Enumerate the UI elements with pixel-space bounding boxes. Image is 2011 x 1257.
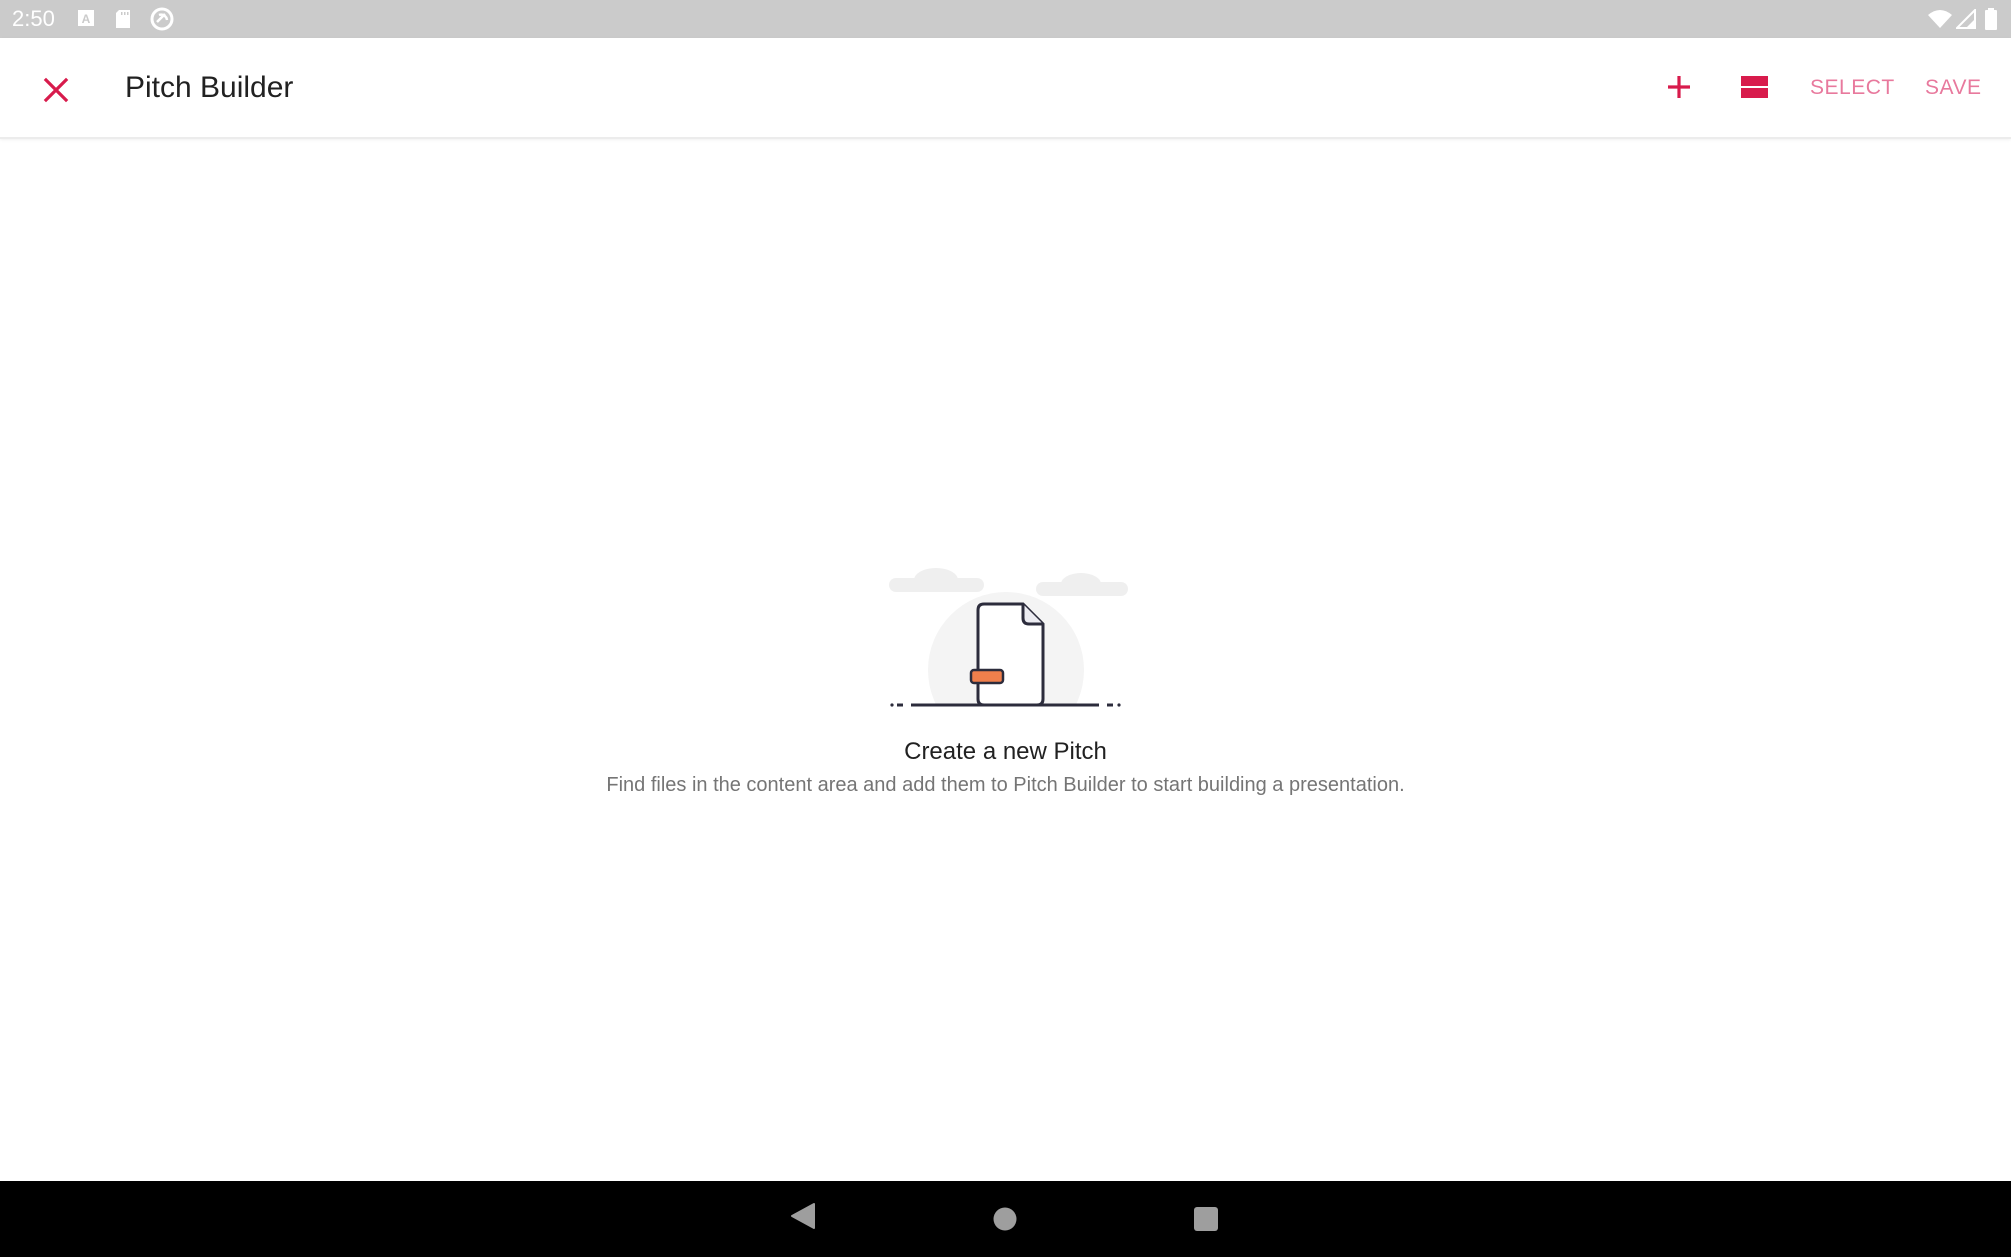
- home-icon[interactable]: [993, 1207, 1017, 1236]
- empty-state-title: Create a new Pitch: [904, 738, 1107, 765]
- close-button[interactable]: [36, 70, 76, 110]
- document-icon: [888, 568, 1128, 707]
- navigation-bar: [0, 1181, 2011, 1257]
- cell-signal-icon: [1954, 7, 1976, 34]
- empty-state-description: Find files in the content area and add t…: [606, 774, 1405, 796]
- wifi-icon: [1928, 9, 1952, 34]
- keyboard-a-icon: A: [76, 8, 96, 33]
- cloud-left-icon: [888, 568, 984, 592]
- status-bar: 2:50 A: [0, 0, 2011, 38]
- plus-icon: [1660, 76, 1698, 110]
- cloud-right-icon: [1035, 573, 1128, 596]
- sd-card-icon: [113, 8, 133, 35]
- empty-state: Create a new Pitch Find files in the con…: [0, 560, 2011, 797]
- sync-disabled-icon: [149, 6, 175, 37]
- close-icon: [36, 77, 76, 114]
- battery-icon: [1984, 8, 1998, 35]
- select-button[interactable]: SELECT: [1810, 76, 1895, 100]
- recents-icon[interactable]: [1194, 1207, 1218, 1236]
- back-icon[interactable]: [790, 1201, 816, 1236]
- save-button[interactable]: SAVE: [1925, 76, 1981, 100]
- page-title: Pitch Builder: [125, 71, 294, 104]
- status-time: 2:50: [12, 6, 55, 31]
- view-agenda-icon: [1735, 76, 1773, 110]
- app-bar: Pitch Builder SELECT SAVE: [0, 38, 2011, 139]
- add-button[interactable]: [1660, 68, 1698, 106]
- layout-toggle-button[interactable]: [1735, 68, 1773, 106]
- svg-text:A: A: [82, 12, 91, 26]
